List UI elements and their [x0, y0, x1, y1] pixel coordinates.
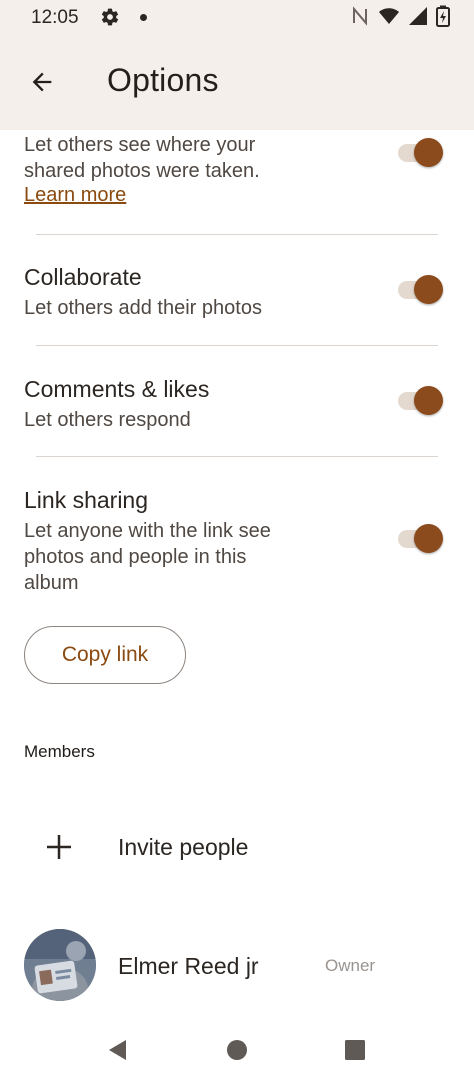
toggle-thumb	[414, 275, 443, 304]
status-time: 12:05	[31, 7, 79, 28]
location-toggle[interactable]	[396, 136, 446, 170]
setting-collaborate-title: Collaborate	[24, 264, 142, 290]
member-role: Owner	[325, 956, 376, 975]
gear-icon	[100, 7, 120, 27]
link-sharing-toggle[interactable]	[396, 522, 446, 556]
setting-comments: Comments & likes Let others respond	[0, 364, 474, 454]
status-icons	[350, 5, 450, 32]
toggle-thumb	[414, 524, 443, 553]
nav-back-icon[interactable]	[105, 1037, 131, 1063]
toggle-thumb	[414, 138, 443, 167]
toggle-thumb	[414, 386, 443, 415]
setting-comments-title: Comments & likes	[24, 376, 210, 402]
status-bar: 12:05	[0, 0, 474, 36]
setting-link-sharing-title: Link sharing	[24, 487, 149, 513]
page-title: Options	[107, 62, 219, 98]
battery-icon	[436, 5, 450, 32]
member-name: Elmer Reed jr	[118, 953, 259, 979]
member-row[interactable]: Elmer Reed jr Owner	[0, 926, 474, 1006]
nav-home-icon[interactable]	[224, 1037, 250, 1063]
nav-recents-icon[interactable]	[342, 1037, 368, 1063]
signal-icon	[408, 6, 428, 31]
learn-more-link[interactable]: Learn more	[24, 184, 126, 207]
notification-dot-icon	[140, 14, 147, 21]
plus-icon	[42, 830, 76, 864]
setting-location-description: Let others see where your shared photos …	[24, 134, 260, 182]
nfc-icon	[350, 5, 370, 31]
setting-link-sharing: Link sharing Let anyone with the link se…	[0, 476, 474, 606]
collaborate-toggle[interactable]	[396, 273, 446, 307]
setting-collaborate-description: Let others add their photos	[24, 297, 262, 319]
setting-collaborate: Collaborate Let others add their photos	[0, 252, 474, 342]
members-heading: Members	[24, 742, 95, 761]
setting-location: Let others see where your shared photos …	[0, 130, 474, 234]
wifi-icon	[378, 6, 400, 31]
invite-people-label: Invite people	[118, 834, 249, 860]
app-bar: Options	[0, 36, 474, 130]
divider	[36, 345, 438, 346]
back-arrow-icon[interactable]	[24, 64, 60, 100]
divider	[36, 456, 438, 457]
avatar	[24, 929, 96, 1001]
setting-comments-description: Let others respond	[24, 409, 191, 431]
copy-link-button[interactable]: Copy link	[24, 626, 186, 684]
comments-toggle[interactable]	[396, 384, 446, 418]
setting-link-sharing-description: Let anyone with the link see photos and …	[24, 520, 271, 594]
invite-people-button[interactable]: Invite people	[0, 810, 474, 886]
divider	[36, 234, 438, 235]
system-nav-bar	[0, 1019, 474, 1079]
